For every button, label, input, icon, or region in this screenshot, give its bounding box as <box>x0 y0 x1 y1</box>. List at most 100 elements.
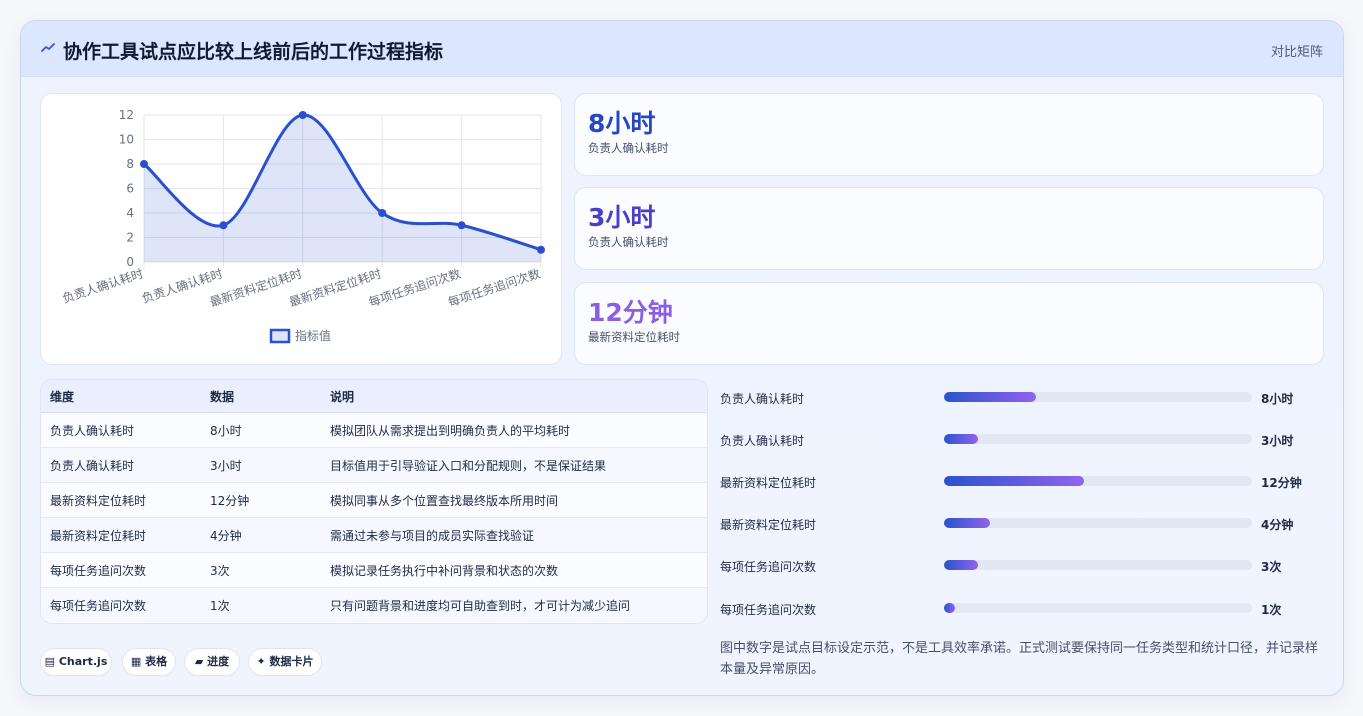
progress-track <box>944 518 1252 528</box>
cell-dimension: 负责人确认耗时 <box>41 412 201 448</box>
legend-swatch <box>269 328 291 344</box>
chart-icon: ▤ <box>44 655 56 668</box>
cell-desc: 模拟记录任务执行中补问背景和状态的次数 <box>321 552 707 588</box>
stat-value: 3小时 <box>588 203 656 232</box>
cell-desc: 只有问题背景和进度均可自助查到时，才可计为减少追问 <box>321 587 707 622</box>
cell-data: 8小时 <box>201 412 321 448</box>
data-point <box>219 221 228 230</box>
data-point <box>457 221 466 230</box>
stat-card-3: 12分钟 最新资料定位耗时 <box>574 282 1324 365</box>
data-table: 维度 数据 说明 负责人确认耗时 8小时 模拟团队从需求提出到明确负责人的平均耗… <box>41 380 707 622</box>
progress-track <box>944 392 1252 402</box>
data-point <box>140 160 148 168</box>
y-tick-label: 4 <box>126 206 134 220</box>
cell-dimension: 最新资料定位耗时 <box>41 517 201 553</box>
chip-chartjs[interactable]: ▤ Chart.js <box>40 648 112 676</box>
table-row: 负责人确认耗时 8小时 模拟团队从需求提出到明确负责人的平均耗时 <box>41 412 707 448</box>
progress-icon: ▰ <box>194 655 204 668</box>
cell-desc: 模拟团队从需求提出到明确负责人的平均耗时 <box>321 412 707 448</box>
progress-track <box>944 603 1252 613</box>
progress-value: 4分钟 <box>1261 518 1294 532</box>
stat-value: 8小时 <box>588 109 656 138</box>
view-tag: 对比矩阵 <box>1270 45 1323 60</box>
progress-fill <box>944 392 1037 402</box>
cell-dimension: 最新资料定位耗时 <box>41 482 201 518</box>
cell-data: 3次 <box>201 552 321 588</box>
progress-fill <box>944 603 955 613</box>
cell-data: 3小时 <box>201 447 321 483</box>
progress-row-5: 每项任务追问次数 3次 <box>720 555 1320 575</box>
cell-desc: 模拟同事从多个位置查找最终版本所用时间 <box>321 482 707 518</box>
data-point <box>378 209 387 217</box>
progress-fill <box>944 434 978 444</box>
table-row: 负责人确认耗时 3小时 目标值用于引导验证入口和分配规则，不是保证结果 <box>41 447 707 483</box>
stat-label: 负责人确认耗时 <box>588 235 669 249</box>
progress-track <box>944 560 1252 570</box>
cell-dimension: 每项任务追问次数 <box>41 587 201 622</box>
data-table-panel: 维度 数据 说明 负责人确认耗时 8小时 模拟团队从需求提出到明确负责人的平均耗… <box>40 379 708 624</box>
table-icon: ▦ <box>130 655 142 668</box>
progress-value: 8小时 <box>1261 392 1294 406</box>
progress-track <box>944 476 1252 486</box>
progress-label: 最新资料定位耗时 <box>720 518 817 532</box>
progress-row-2: 负责人确认耗时 3小时 <box>720 429 1320 449</box>
progress-fill <box>944 518 991 528</box>
trend-line-icon <box>41 43 55 52</box>
stat-card-1: 8小时 负责人确认耗时 <box>574 93 1324 176</box>
progress-row-1: 负责人确认耗时 8小时 <box>720 387 1320 407</box>
stat-label: 负责人确认耗时 <box>588 141 669 155</box>
chip-label: Chart.js <box>58 655 108 668</box>
table-row: 最新资料定位耗时 4分钟 需通过未参与项目的成员实际查找验证 <box>41 517 707 553</box>
progress-fill <box>944 560 978 570</box>
cell-desc: 需通过未参与项目的成员实际查找验证 <box>321 517 707 553</box>
progress-label: 每项任务追问次数 <box>720 560 817 574</box>
x-tick-label: 负责人确认耗时 <box>61 267 145 306</box>
line-chart-panel: 0 2 4 6 8 10 12 负责人确认耗时 负责人确认耗时 最新资料定位耗时 最新资料定位耗时每… <box>40 93 562 365</box>
col-header-dimension: 维度 <box>41 380 201 413</box>
progress-row-3: 最新资料定位耗时 12分钟 <box>720 471 1320 491</box>
page-title: 协作工具试点应比较上线前后的工作过程指标 <box>63 41 444 63</box>
cell-desc: 目标值用于引导验证入口和分配规则，不是保证结果 <box>321 447 707 483</box>
chip-data-card[interactable]: ✦ 数据卡片 <box>248 648 322 676</box>
cell-data: 4分钟 <box>201 517 321 553</box>
progress-value: 3小时 <box>1261 434 1294 448</box>
table-header-row: 维度 数据 说明 <box>41 380 707 413</box>
chip-progress[interactable]: ▰ 进度 <box>184 648 240 676</box>
y-tick-label: 0 <box>126 255 134 269</box>
chip-label: 进度 <box>207 655 230 668</box>
progress-track <box>944 434 1252 444</box>
table-row: 每项任务追问次数 1次 只有问题背景和进度均可自助查到时，才可计为减少追问 <box>41 587 707 622</box>
table-row: 最新资料定位耗时 12分钟 模拟同事从多个位置查找最终版本所用时间 <box>41 482 707 518</box>
col-header-desc: 说明 <box>321 380 707 413</box>
chip-label: 数据卡片 <box>269 655 314 668</box>
cell-data: 1次 <box>201 587 321 622</box>
y-tick-label: 10 <box>119 133 134 147</box>
progress-label: 每项任务追问次数 <box>720 603 817 617</box>
chip-table[interactable]: ▦ 表格 <box>122 648 176 676</box>
cell-data: 12分钟 <box>201 482 321 518</box>
card-header: 协作工具试点应比较上线前后的工作过程指标 对比矩阵 <box>21 21 1343 77</box>
metrics-card: 协作工具试点应比较上线前后的工作过程指标 对比矩阵 0 2 4 6 8 10 12 负责人确认… <box>20 20 1344 696</box>
progress-row-6: 每项任务追问次数 1次 <box>720 598 1320 618</box>
progress-value: 3次 <box>1261 560 1282 574</box>
progress-value: 1次 <box>1261 603 1282 617</box>
progress-fill <box>944 476 1085 486</box>
data-point <box>298 111 307 119</box>
sparkle-icon: ✦ <box>256 655 266 668</box>
progress-label: 最新资料定位耗时 <box>720 476 817 490</box>
footnote: 图中数字是试点目标设定示范，不是工具效率承诺。正式测试要保持同一任务类型和统计口… <box>720 641 1319 677</box>
line-chart: 024681012负责人确认耗时负责人确认耗时最新资料定位耗时最新资料定位耗时每… <box>61 108 545 344</box>
cell-dimension: 负责人确认耗时 <box>41 447 201 483</box>
progress-row-4: 最新资料定位耗时 4分钟 <box>720 513 1320 533</box>
y-tick-label: 12 <box>119 108 134 122</box>
chip-label: 表格 <box>145 655 168 668</box>
col-header-data: 数据 <box>201 380 321 413</box>
progress-label: 负责人确认耗时 <box>720 434 805 448</box>
data-point <box>537 245 545 254</box>
stat-card-2: 3小时 负责人确认耗时 <box>574 187 1324 270</box>
cell-dimension: 每项任务追问次数 <box>41 552 201 588</box>
y-tick-label: 8 <box>126 157 134 171</box>
y-tick-label: 2 <box>126 231 134 245</box>
x-tick-label: 每项任务追问次数 <box>446 266 542 310</box>
stat-value: 12分钟 <box>588 298 673 327</box>
